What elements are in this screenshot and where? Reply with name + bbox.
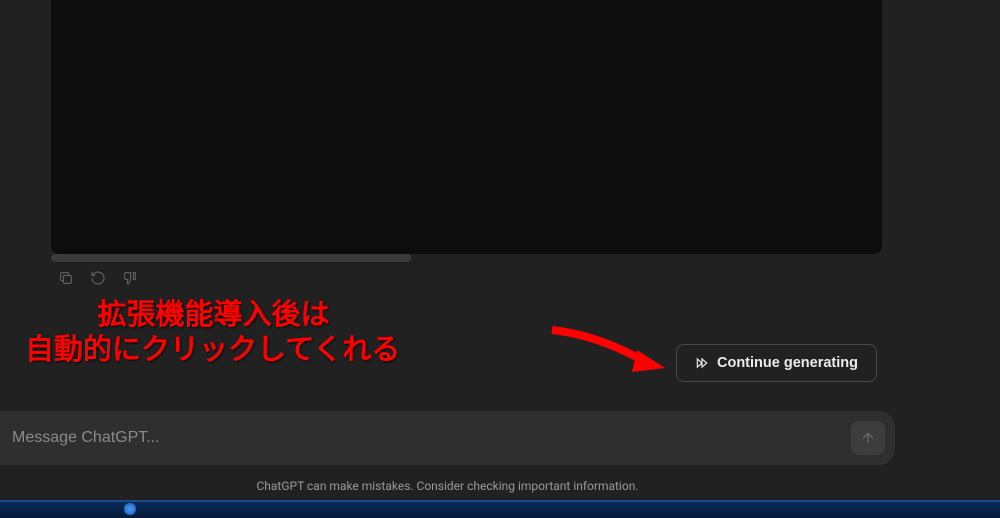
annotation-arrow (547, 320, 667, 375)
copy-icon[interactable] (56, 268, 76, 288)
regenerate-icon[interactable] (88, 268, 108, 288)
taskbar-indicator (124, 503, 136, 515)
code-block-area (51, 0, 882, 254)
thumbs-down-icon[interactable] (120, 268, 140, 288)
annotation-line1: 拡張機能導入後は (25, 299, 330, 331)
message-input[interactable] (12, 429, 851, 447)
continue-generating-button[interactable]: Continue generating (676, 344, 877, 382)
message-action-bar (56, 268, 140, 288)
fast-forward-icon (695, 356, 709, 370)
message-input-container (0, 411, 895, 465)
horizontal-scrollbar[interactable] (51, 254, 411, 262)
annotation-line2: 自動的にクリックしてくれる (25, 334, 400, 366)
taskbar (0, 500, 1000, 518)
annotation-text: 拡張機能導入後は 自動的にクリックしてくれる (25, 298, 400, 368)
disclaimer-text: ChatGPT can make mistakes. Consider chec… (0, 479, 895, 493)
continue-button-label: Continue generating (717, 355, 858, 371)
send-button[interactable] (851, 421, 885, 455)
arrow-up-icon (860, 430, 876, 446)
